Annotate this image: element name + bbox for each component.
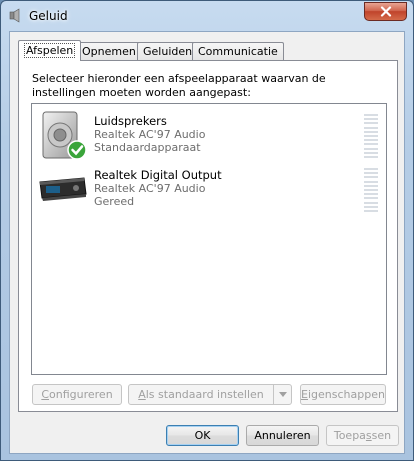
level-meter xyxy=(364,168,378,212)
device-status: Standaardapparaat xyxy=(94,141,201,154)
close-icon xyxy=(380,6,391,17)
tab-afspelen[interactable]: Afspelen xyxy=(18,40,82,61)
button-label: Toepa xyxy=(333,429,366,442)
accel-key: A xyxy=(138,388,146,401)
button-label: igenschappen xyxy=(307,388,385,401)
device-driver: Realtek AC'97 Audio xyxy=(94,128,206,141)
chevron-down-icon[interactable] xyxy=(273,385,291,404)
title-bar[interactable]: Geluid xyxy=(1,1,413,31)
instruction-text: Selecteer hieronder een afspeelapparaat … xyxy=(32,72,326,99)
device-item-digital-output[interactable]: Realtek Digital Output Realtek AC'97 Aud… xyxy=(32,164,386,216)
tab-geluiden[interactable]: Geluiden xyxy=(137,42,199,60)
dialog-client-area: Afspelen Opnemen Geluiden Communicatie S… xyxy=(9,31,405,454)
device-name: Luidsprekers xyxy=(94,114,167,128)
tab-label: Afspelen xyxy=(24,43,76,58)
level-meter xyxy=(364,114,378,158)
device-list[interactable]: Luidsprekers Realtek AC'97 Audio Standaa… xyxy=(31,103,387,375)
device-driver: Realtek AC'97 Audio xyxy=(94,182,206,195)
device-name: Realtek Digital Output xyxy=(94,168,222,182)
speakers-icon xyxy=(42,111,87,160)
button-label: onfigureren xyxy=(49,388,113,401)
speaker-app-icon xyxy=(9,8,20,23)
device-status: Gereed xyxy=(94,195,135,208)
accel-key: C xyxy=(41,388,50,401)
button-label: Annuleren xyxy=(254,429,311,442)
tab-communicatie[interactable]: Communicatie xyxy=(192,42,284,60)
device-item-luidsprekers[interactable]: Luidsprekers Realtek AC'97 Audio Standaa… xyxy=(32,110,386,162)
tab-label: Communicatie xyxy=(198,45,278,58)
playback-panel: Selecteer hieronder een afspeelapparaat … xyxy=(18,60,398,412)
ok-button[interactable]: OK xyxy=(166,425,239,446)
sound-dialog-window: Geluid Afspelen Opnemen Geluiden Communi… xyxy=(0,0,414,461)
apply-button[interactable]: Toepa s sen xyxy=(326,425,399,446)
tab-label: Opnemen xyxy=(82,45,136,58)
button-label: OK xyxy=(194,429,211,442)
cancel-button[interactable]: Annuleren xyxy=(246,425,319,446)
button-label: ls standaard instellen xyxy=(145,388,264,401)
properties-button[interactable]: Eigenschappen xyxy=(300,384,386,405)
close-button[interactable] xyxy=(364,2,407,21)
accel-key: E xyxy=(301,388,308,401)
window-title: Geluid xyxy=(29,9,68,23)
digital-output-icon xyxy=(39,177,87,201)
tab-label: Geluiden xyxy=(143,45,193,58)
configure-button[interactable]: Configureren xyxy=(32,384,122,405)
button-label: sen xyxy=(371,429,392,442)
set-default-split-button[interactable]: Als standaard instellen xyxy=(128,384,292,405)
tab-opnemen[interactable]: Opnemen xyxy=(76,42,142,60)
